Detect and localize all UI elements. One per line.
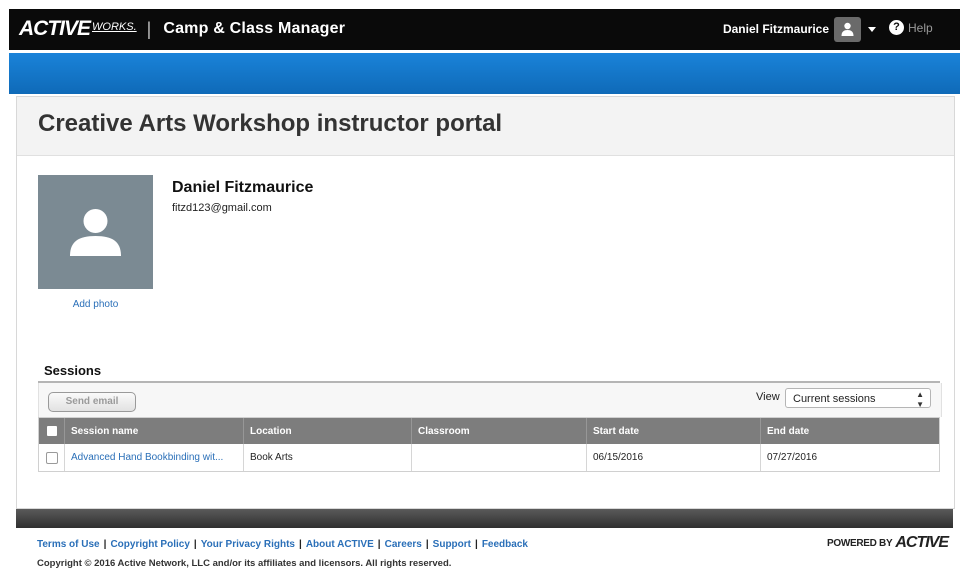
select-all-cell xyxy=(39,418,65,444)
brand-suffix: WORKS. xyxy=(92,21,137,33)
send-email-button[interactable]: Send email xyxy=(48,392,136,412)
app-frame: ACTIVE WORKS. | Camp & Class Manager Dan… xyxy=(9,9,960,581)
table-header: Session name Location Classroom Start da… xyxy=(39,418,939,444)
select-arrows-icon: ▲ ▼ xyxy=(916,390,924,409)
copyright-text: Copyright © 2016 Active Network, LLC and… xyxy=(37,558,452,569)
table-row: Advanced Hand Bookbinding wit... Book Ar… xyxy=(39,444,939,471)
col-session-name[interactable]: Session name xyxy=(65,418,244,444)
powered-by-brand: ACTIVE xyxy=(895,534,949,551)
row-checkbox-cell xyxy=(39,444,65,471)
sessions-table: Session name Location Classroom Start da… xyxy=(38,417,940,472)
footer-separator: | xyxy=(193,539,197,550)
footer-link-copyright-policy[interactable]: Copyright Policy xyxy=(110,539,189,550)
footer-separator: | xyxy=(377,539,381,550)
profile-photo xyxy=(38,175,153,289)
footer-separator: | xyxy=(299,539,302,550)
footer-separator: | xyxy=(103,539,107,550)
footer-link-privacy[interactable]: Your Privacy Rights xyxy=(201,539,295,550)
view-select[interactable]: Current sessions ▲ ▼ xyxy=(785,388,931,409)
footer-link-terms[interactable]: Terms of Use xyxy=(37,539,100,550)
session-classroom xyxy=(412,444,587,471)
title-bar: Creative Arts Workshop instructor portal xyxy=(17,97,954,156)
col-classroom[interactable]: Classroom xyxy=(412,418,587,444)
brand-logo[interactable]: ACTIVE WORKS. | Camp & Class Manager xyxy=(19,17,346,40)
help-label: Help xyxy=(908,20,933,35)
footer-separator: | xyxy=(475,539,478,550)
user-menu-button[interactable] xyxy=(834,17,861,42)
session-location: Book Arts xyxy=(244,444,412,471)
instructor-name: Daniel Fitzmaurice xyxy=(172,179,314,196)
session-end-date: 07/27/2016 xyxy=(767,452,818,463)
sessions-toolbar: Send email View Current sessions ▲ ▼ xyxy=(38,383,942,417)
user-icon xyxy=(841,22,854,36)
col-end-date[interactable]: End date xyxy=(761,418,939,444)
add-photo-link[interactable]: Add photo xyxy=(38,299,153,310)
brand-name: ACTIVE xyxy=(19,17,91,40)
page-title: Creative Arts Workshop instructor portal xyxy=(38,110,503,137)
col-start-date[interactable]: Start date xyxy=(587,418,761,444)
top-bar: ACTIVE WORKS. | Camp & Class Manager Dan… xyxy=(9,9,960,50)
footer-links: Terms of Use | Copyright Policy | Your Priva… xyxy=(37,539,528,550)
avatar-placeholder-icon xyxy=(70,209,121,256)
col-location[interactable]: Location xyxy=(244,418,412,444)
session-start-date: 06/15/2016 xyxy=(587,444,761,471)
powered-by-text: POWERED BY xyxy=(827,537,893,549)
brand-separator: | xyxy=(146,18,152,39)
help-icon: ? xyxy=(889,20,904,35)
view-label: View xyxy=(756,391,780,403)
footer-divider-bar xyxy=(16,509,953,528)
footer-separator: | xyxy=(425,539,429,550)
footer-link-about[interactable]: About ACTIVE xyxy=(306,539,374,550)
powered-by-logo: POWERED BY ACTIVE xyxy=(827,534,949,552)
footer-link-careers[interactable]: Careers xyxy=(385,539,422,550)
footer-link-support[interactable]: Support xyxy=(433,539,471,550)
select-all-checkbox[interactable] xyxy=(46,426,57,436)
nav-bar xyxy=(9,53,960,94)
view-selected-value: Current sessions xyxy=(793,393,876,405)
sessions-heading: Sessions xyxy=(44,363,102,378)
instructor-email: fitzd123@gmail.com xyxy=(172,202,272,214)
footer-link-feedback[interactable]: Feedback xyxy=(482,539,528,550)
help-link[interactable]: ? Help xyxy=(889,20,933,35)
row-checkbox[interactable] xyxy=(45,451,58,464)
caret-down-icon[interactable] xyxy=(868,27,876,32)
portal-panel: Creative Arts Workshop instructor portal… xyxy=(16,96,955,509)
app-title: Camp & Class Manager xyxy=(163,20,346,37)
session-name-link[interactable]: Advanced Hand Bookbinding wit... xyxy=(65,444,244,471)
header-user-name[interactable]: Daniel Fitzmaurice xyxy=(723,22,829,36)
